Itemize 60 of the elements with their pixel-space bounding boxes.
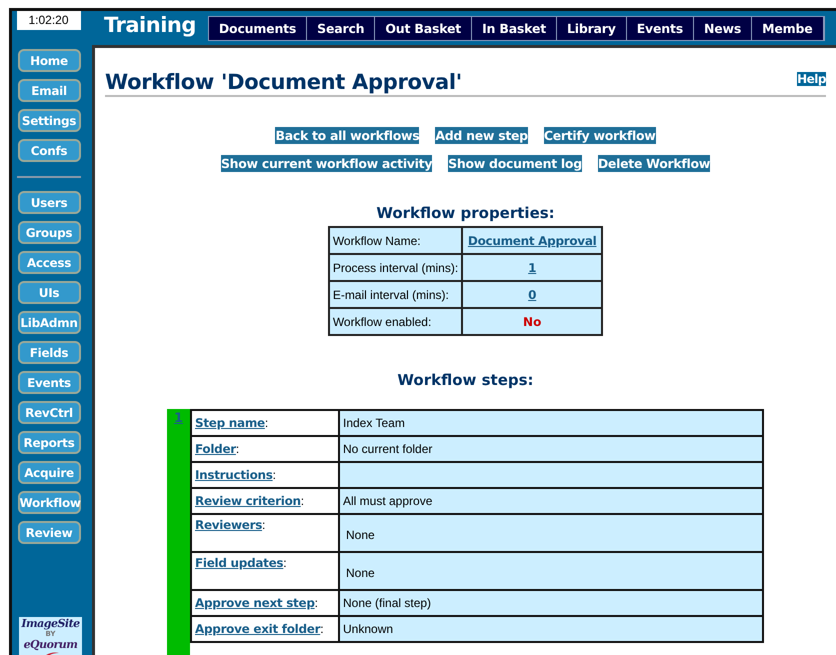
sidebar-button[interactable]: Groups (18, 221, 80, 244)
action-link[interactable]: Back to all workflows (275, 127, 420, 144)
colon: : (314, 596, 318, 610)
property-label: E-mail interval (mins): (328, 281, 462, 308)
sidebar-button[interactable]: Acquire (18, 461, 80, 484)
step-field-link[interactable]: Approve exit folder (195, 622, 320, 636)
sidebar-button[interactable]: Users (18, 191, 80, 214)
help-link[interactable]: Help (797, 72, 826, 86)
sidebar-button[interactable]: Review (18, 521, 80, 544)
sidebar-button[interactable]: Settings (18, 109, 80, 132)
step-field-link[interactable]: Folder (195, 442, 236, 456)
colon: : (300, 494, 304, 508)
step-field-value: Unknown (339, 616, 763, 642)
sidebar-button[interactable]: Reports (18, 431, 80, 454)
property-label: Workflow Name: (328, 227, 462, 254)
colon: : (264, 416, 268, 430)
step-field-link[interactable]: Approve next step (195, 596, 315, 610)
sidebar-button[interactable]: Fields (18, 341, 80, 364)
action-link[interactable]: Delete Workflow (598, 155, 710, 172)
sidebar-button[interactable]: UIs (18, 281, 80, 304)
sidebar-button[interactable]: RevCtrl (18, 401, 80, 424)
property-label: Process interval (mins): (328, 254, 462, 281)
page-title: Workflow 'Document Approval' (105, 70, 462, 94)
colon: : (320, 622, 324, 636)
sidebar-button[interactable]: Access (18, 251, 80, 274)
section-heading: Workflow properties: (375, 204, 556, 222)
action-link[interactable]: Add new step (435, 127, 528, 144)
colon: : (272, 468, 276, 482)
step-field-link[interactable]: Instructions (195, 468, 273, 482)
sidebar-button[interactable]: Home (18, 49, 80, 72)
property-link[interactable]: 0 (528, 288, 536, 302)
step-field-value: All must approve (339, 488, 763, 514)
step-field-link[interactable]: Step name (195, 416, 265, 430)
step-field-value: None (339, 552, 763, 590)
sidebar-button[interactable]: Events (18, 371, 80, 394)
colon: : (262, 518, 266, 532)
property-status: No (523, 314, 542, 328)
colon: : (283, 556, 287, 570)
sidebar-button[interactable]: Confs (18, 139, 80, 162)
property-link[interactable]: 1 (528, 260, 536, 274)
step-field-value: None (final step) (339, 590, 763, 616)
site-title: Training (104, 13, 196, 37)
step-field-link[interactable]: Reviewers (195, 518, 262, 532)
step-field-value: Index Team (339, 410, 763, 436)
clock-time: 1:02:20 (16, 11, 80, 30)
step-field-value: No current folder (339, 436, 763, 462)
sidebar-button[interactable]: LibAdmn (18, 311, 80, 334)
logo-company: eQuorum (24, 638, 78, 651)
section-heading: Workflow steps: (396, 371, 535, 389)
action-link[interactable]: Show document log (448, 155, 582, 172)
sidebar-button[interactable]: Email (18, 79, 80, 102)
property-label: Workflow enabled: (328, 308, 462, 335)
logo-name: ImageSite (21, 617, 80, 630)
sidebar-button[interactable]: Workflow (18, 491, 80, 514)
action-link[interactable]: Show current workflow activity (220, 155, 432, 172)
step-field-link[interactable]: Field updates (195, 556, 284, 570)
step-field-link[interactable]: Review criterion (195, 494, 301, 508)
colon: : (236, 442, 240, 456)
step-field-value: None (339, 514, 763, 552)
action-link[interactable]: Certify workflow (544, 127, 656, 144)
